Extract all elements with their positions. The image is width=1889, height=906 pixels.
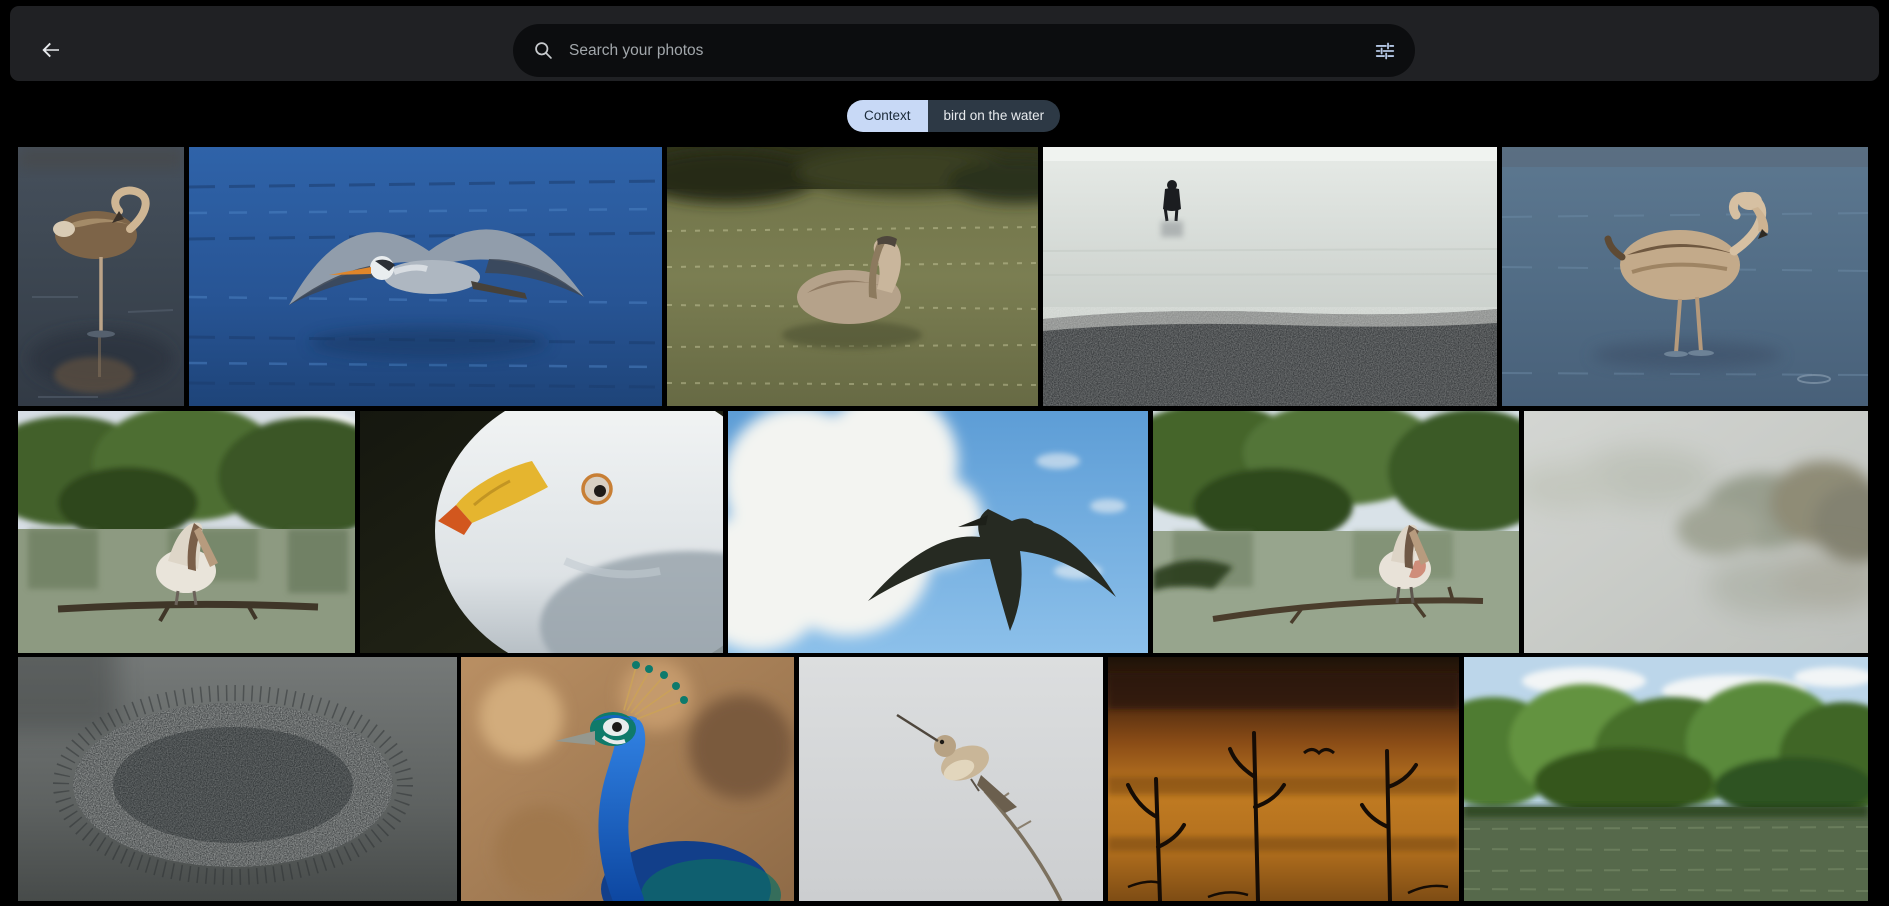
- magnifier-icon: [533, 40, 554, 61]
- photo-person-wading-shore[interactable]: [1043, 147, 1497, 406]
- photo-green-lake-trees[interactable]: [1464, 657, 1868, 901]
- query-chip[interactable]: bird on the water: [928, 100, 1061, 132]
- photo-foggy-lake[interactable]: [1524, 411, 1868, 653]
- heron-art: [189, 147, 662, 406]
- photo-sunset-dead-trees[interactable]: [1108, 657, 1459, 901]
- search-header: [10, 6, 1879, 81]
- search-filter-chips: Context bird on the water: [847, 100, 1060, 132]
- photo-flamingo-preening-reflection[interactable]: [18, 147, 184, 406]
- photo-hummingbird-on-twig[interactable]: [799, 657, 1103, 901]
- gull-closeup-art: [360, 411, 723, 653]
- foggy-lake-art: [1524, 411, 1868, 653]
- photo-search-page: Context bird on the water: [0, 0, 1889, 906]
- tune-filter-icon: [1374, 40, 1396, 62]
- photo-pelican-on-branch[interactable]: [1153, 411, 1519, 653]
- arrow-left-icon: [39, 38, 63, 62]
- photo-pelican-green-water[interactable]: [667, 147, 1038, 406]
- gravel-pile-art: [18, 657, 457, 901]
- pelican-branch-art: [1153, 411, 1519, 653]
- back-button[interactable]: [32, 31, 70, 69]
- pelican-sky-art: [728, 411, 1148, 653]
- search-input[interactable]: [567, 41, 1365, 61]
- sunset-art: [1108, 657, 1459, 901]
- photo-pelican-soaring-sky[interactable]: [728, 411, 1148, 653]
- flamingo-wading-art: [1502, 147, 1868, 406]
- pelican-green-water-art: [667, 147, 1038, 406]
- green-lake-art: [1464, 657, 1868, 901]
- photo-gravel-pile[interactable]: [18, 657, 457, 901]
- peacock-art: [461, 657, 794, 901]
- photo-gull-head-closeup[interactable]: [360, 411, 723, 653]
- photo-flamingo-wading[interactable]: [1502, 147, 1868, 406]
- context-chip[interactable]: Context: [847, 100, 928, 132]
- pelican-log-art: [18, 411, 355, 653]
- photo-grey-heron-flying[interactable]: [189, 147, 662, 406]
- hummingbird-art: [799, 657, 1103, 901]
- photo-pelican-on-log[interactable]: [18, 411, 355, 653]
- filter-options-button[interactable]: [1365, 31, 1405, 71]
- search-bar: [513, 24, 1415, 77]
- person-wading-art: [1043, 147, 1497, 406]
- flamingo-reflection-art: [18, 147, 184, 406]
- photo-peacock-portrait[interactable]: [461, 657, 794, 901]
